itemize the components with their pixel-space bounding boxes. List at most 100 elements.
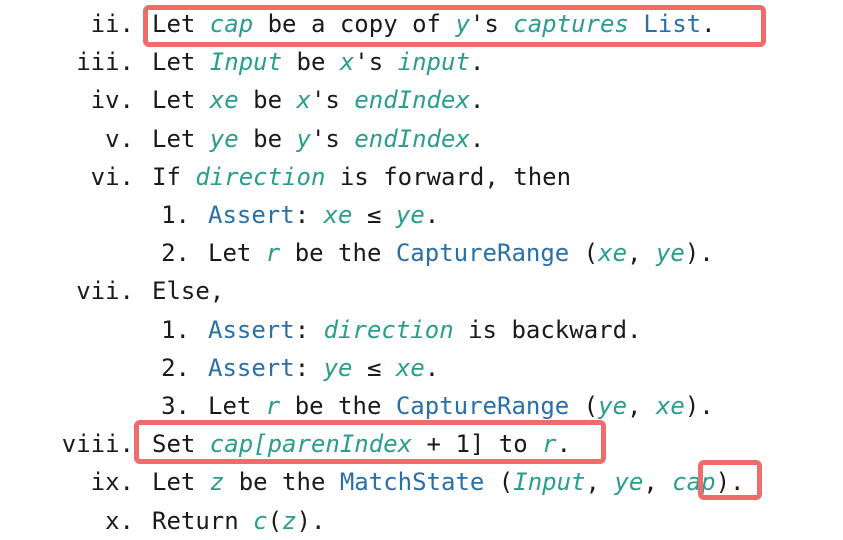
step-number: ix. [90, 468, 134, 497]
variable: endIndex [354, 124, 470, 153]
step-text-fragment: be the [280, 392, 396, 420]
step-text-fragment: ). [296, 506, 326, 535]
variable: input [397, 48, 470, 77]
variable: ye [209, 124, 239, 153]
step-text-fragment [629, 10, 643, 38]
spec-reference-link[interactable]: Assert [208, 316, 295, 344]
variable: direction [323, 315, 454, 344]
step-text: Let r be the CaptureRange (xe, ye). [208, 234, 714, 272]
step-number: 2. [161, 239, 190, 268]
variable: xe [209, 86, 239, 115]
step-text-fragment: ≤ [352, 201, 396, 229]
step-text-fragment: ( [569, 239, 599, 268]
step-text-fragment: , [627, 239, 656, 268]
step-text: Let cap be a copy of y's captures List. [152, 5, 716, 43]
variable: y [296, 124, 311, 153]
step-text-fragment: + 1] to [412, 430, 543, 459]
algorithm-step: 2. Assert: ye ≤ xe. [0, 349, 843, 387]
step-text: Assert: ye ≤ xe. [208, 349, 439, 387]
variable: ye [598, 392, 628, 420]
algorithm-step: 1. Assert: xe ≤ ye. [0, 196, 843, 234]
variable: x [339, 48, 355, 77]
spec-reference-link[interactable]: CaptureRange [396, 239, 569, 267]
step-text-fragment: Let [152, 468, 210, 497]
variable: Input [209, 48, 283, 77]
step-text-fragment: : [294, 353, 324, 382]
step-text-fragment: . [469, 124, 485, 153]
step-number: v. [105, 124, 134, 153]
step-text-fragment: ( [267, 506, 283, 535]
spec-reference-link[interactable]: CaptureRange [396, 392, 569, 420]
variable: ye [395, 201, 425, 229]
variable: Input [513, 468, 586, 497]
step-text-fragment: Return [152, 506, 254, 535]
step-number: x. [105, 506, 134, 535]
step-text-fragment: . [424, 353, 440, 382]
step-text: Let r be the CaptureRange (ye, xe). [208, 387, 714, 425]
variable: cap [209, 430, 254, 459]
variable: c [253, 506, 268, 535]
algorithm-step: ix. Let z be the MatchState (Input, ye, c… [0, 463, 843, 501]
step-text-fragment: , [627, 392, 656, 420]
variable: cap [209, 10, 254, 38]
spec-reference-link[interactable]: MatchState [340, 468, 485, 496]
step-text-fragment: Set [152, 430, 210, 459]
variable: z [209, 468, 225, 497]
variable: ye [614, 468, 644, 497]
step-text-fragment: 's [354, 48, 398, 77]
spec-reference-link[interactable]: Assert [208, 201, 295, 229]
step-number: ii. [90, 10, 134, 38]
variable: y [455, 10, 470, 38]
step-text-fragment: . [701, 10, 716, 38]
algorithm-step: 1. Assert: direction is backward. [0, 311, 843, 349]
step-text: Return c(z). [152, 502, 325, 540]
step-text: Assert: direction is backward. [208, 311, 642, 349]
algorithm-step: 3. Let r be the CaptureRange (ye, xe). [0, 387, 843, 425]
step-text-fragment: be [238, 86, 297, 115]
step-text-fragment: . [469, 86, 485, 115]
step-text-fragment: be a copy of [253, 10, 456, 38]
step-text-fragment: , [643, 468, 673, 497]
step-text-fragment: Let [152, 48, 210, 77]
variable: ye [655, 239, 685, 268]
step-text-fragment: : [294, 315, 324, 344]
step-text-fragment: be the [224, 468, 340, 497]
variable: xe [598, 239, 628, 268]
algorithm-step: iv. Let xe be x's endIndex. [0, 81, 843, 119]
step-text-fragment: : [294, 201, 324, 229]
step-text-fragment: 's [469, 10, 514, 38]
step-text-fragment: be [282, 48, 340, 77]
step-text: If direction is forward, then [152, 158, 571, 196]
step-text-fragment: ). [715, 468, 745, 497]
step-number: iii. [76, 48, 134, 77]
step-number: 1. [161, 201, 190, 229]
variable: captures [513, 10, 629, 38]
step-number: 3. [161, 392, 190, 420]
step-text-fragment: is backward. [453, 315, 642, 344]
step-number: viii. [61, 430, 134, 459]
variable: xe [323, 201, 353, 229]
step-text-fragment: 's [310, 124, 355, 153]
step-text: Set cap[parenIndex + 1] to r. [152, 425, 571, 463]
step-number: iv. [90, 86, 134, 115]
variable: z [282, 506, 297, 535]
step-text-fragment: , [585, 468, 615, 497]
spec-reference-link[interactable]: Assert [208, 354, 295, 382]
variable: xe [395, 353, 425, 382]
step-text: Else, [152, 272, 224, 310]
spec-reference-link[interactable]: List [643, 10, 701, 38]
step-text-fragment: If [152, 162, 196, 191]
step-text-fragment: Let [152, 10, 210, 38]
step-text: Let z be the MatchState (Input, ye, cap)… [152, 463, 744, 501]
variable: xe [655, 392, 685, 420]
step-text-fragment: be the [280, 239, 396, 268]
step-text-fragment: . [556, 430, 572, 459]
step-text: Let xe be x's endIndex. [152, 81, 484, 119]
variable: r [265, 392, 281, 420]
step-text-fragment: Let [152, 86, 210, 115]
algorithm-step: iii. Let Input be x's input. [0, 43, 843, 81]
algorithm-step: viii. Set cap[parenIndex + 1] to r. [0, 425, 843, 463]
algorithm-step: vii. Else, [0, 272, 843, 310]
step-text-fragment: is forward, then [325, 162, 572, 191]
algorithm-step: v. Let ye be y's endIndex. [0, 120, 843, 158]
